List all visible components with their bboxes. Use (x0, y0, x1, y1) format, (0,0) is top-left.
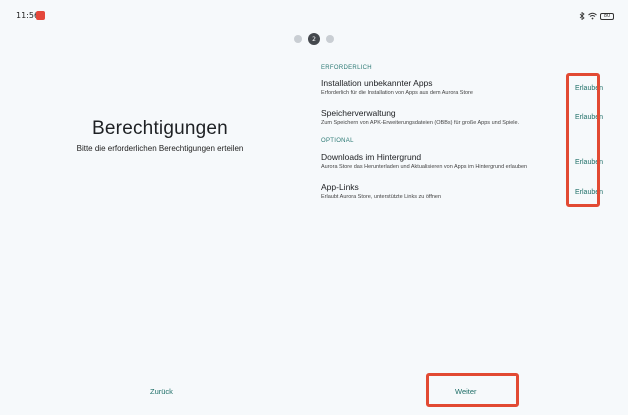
status-bar: 11:56 80 (0, 0, 628, 26)
page-subtitle: Bitte die erforderlichen Berechtigungen … (76, 144, 244, 153)
battery-icon: 80 (600, 12, 614, 20)
back-button[interactable]: Zurück (150, 387, 173, 396)
intro-panel: Berechtigungen Bitte die erforderlichen … (0, 118, 320, 153)
allow-buttons-highlight (566, 73, 600, 207)
setup-stepper: 2 (294, 33, 334, 45)
step-dot-next (326, 35, 334, 43)
status-icons: 80 (579, 12, 614, 20)
step-dot-previous (294, 35, 302, 43)
section-label-required: ERFORDERLICH (321, 65, 372, 71)
wifi-icon (588, 12, 597, 20)
step-current-indicator: 2 (308, 33, 320, 45)
next-button[interactable]: Weiter (455, 387, 477, 396)
notification-badge-icon (36, 11, 45, 20)
section-label-optional: OPTIONAL (321, 138, 354, 144)
page-title: Berechtigungen (92, 118, 228, 139)
bluetooth-icon (579, 12, 585, 20)
